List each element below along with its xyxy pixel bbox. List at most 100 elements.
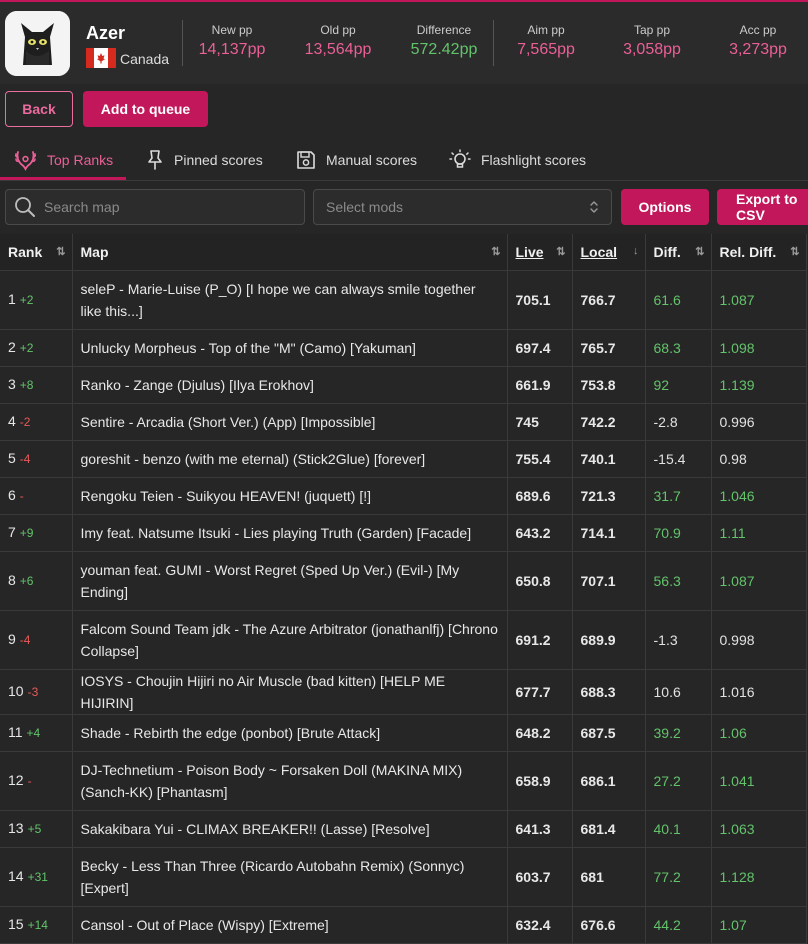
- active-tab-indicator: [0, 177, 126, 180]
- rel-diff: 1.07: [711, 906, 807, 944]
- stat-aim-pp: Aim pp 7,565pp: [491, 23, 601, 59]
- column-header-diff[interactable]: Diff. ⇅: [645, 234, 712, 271]
- stat-value: 3,058pp: [623, 41, 681, 58]
- sort-icon: ⇅: [56, 246, 66, 258]
- rank-change: -: [27, 774, 32, 788]
- table-row[interactable]: 9 -4 Falcom Sound Team jdk - The Azure Arb…: [0, 610, 807, 670]
- map-title: IOSYS - Choujin Hijiri no Air Muscle (ba…: [72, 669, 508, 715]
- laurel-icon: [14, 151, 37, 171]
- stat-label: Old pp: [320, 23, 356, 37]
- rank-change: -4: [19, 633, 31, 647]
- column-header-rank[interactable]: Rank ⇅: [0, 234, 73, 271]
- rank-value: 8: [8, 572, 16, 588]
- stat-old-pp: Old pp 13,564pp: [283, 23, 393, 59]
- back-button[interactable]: Back: [5, 91, 73, 127]
- rel-diff: 1.063: [711, 810, 807, 848]
- table-row[interactable]: 6- Rengoku Teien - Suikyou HEAVEN! (juque…: [0, 477, 807, 515]
- table-row[interactable]: 8 +6 youman feat. GUMI - Worst Regret (Spe…: [0, 551, 807, 611]
- sort-icon: ⇅: [695, 246, 705, 258]
- table-row[interactable]: 10 -3 IOSYS - Choujin Hijiri no Air Muscle…: [0, 669, 807, 715]
- tab-flashlight-scores[interactable]: Flashlight scores: [449, 140, 586, 180]
- local-pp: 714.1: [572, 514, 646, 552]
- search-box[interactable]: [5, 189, 305, 225]
- table-row[interactable]: 7 +9 Imy feat. Natsume Itsuki - Lies playi…: [0, 514, 807, 552]
- rank-change: -2: [19, 415, 31, 429]
- column-header-map[interactable]: Map ⇅: [72, 234, 508, 271]
- map-title: Sakakibara Yui - CLIMAX BREAKER!! (Lasse…: [72, 810, 508, 848]
- rank-value: 13: [8, 820, 24, 836]
- rank-value: 15: [8, 916, 24, 932]
- live-pp: 745: [507, 403, 573, 441]
- tab-pinned-scores[interactable]: Pinned scores: [146, 140, 263, 180]
- table-row[interactable]: 4 -2 Sentire - Arcadia (Short Ver.) (App) …: [0, 403, 807, 441]
- rank-change: +2: [19, 293, 34, 307]
- stat-value: 572.42pp: [410, 41, 478, 58]
- save-icon: [297, 151, 315, 169]
- mods-select[interactable]: Select mods: [313, 189, 612, 225]
- profile-header: Azer Canada New pp 14,137pp Old pp 13,56…: [0, 2, 808, 84]
- local-pp: 681.4: [572, 810, 646, 848]
- live-pp: 689.6: [507, 477, 573, 515]
- rel-diff: 0.996: [711, 403, 807, 441]
- rank-value: 11: [8, 724, 23, 740]
- rank-change: +5: [27, 822, 42, 836]
- pin-icon: [148, 150, 162, 170]
- table-row[interactable]: 12- DJ-Technetium - Poison Body ~ Forsake…: [0, 751, 807, 811]
- table-row[interactable]: 11 +4 Shade - Rebirth the edge (ponbot) [B…: [0, 714, 807, 752]
- rank-change: +8: [19, 378, 34, 392]
- table-row[interactable]: 3 +8 Ranko - Zange (Djulus) [Ilya Erokhov]…: [0, 366, 807, 404]
- country-name: Canada: [120, 51, 170, 67]
- rank-value: 4: [8, 413, 16, 429]
- table-row[interactable]: 13 +5 Sakakibara Yui - CLIMAX BREAKER!! (L…: [0, 810, 807, 848]
- pp-diff: 70.9: [645, 514, 712, 552]
- column-header-rel-diff[interactable]: Rel. Diff. ⇅: [711, 234, 807, 271]
- tab-manual-scores[interactable]: Manual scores: [296, 140, 417, 180]
- rank-change: -: [19, 489, 24, 503]
- table-row[interactable]: 14 +31 Becky - Less Than Three (Ricardo Au…: [0, 847, 807, 907]
- column-header-live[interactable]: Live ⇅: [507, 234, 573, 271]
- map-title: Imy feat. Natsume Itsuki - Lies playing …: [72, 514, 508, 552]
- rank-change: +14: [27, 918, 48, 932]
- live-pp: 632.4: [507, 906, 573, 944]
- map-title: Sentire - Arcadia (Short Ver.) (App) [Im…: [72, 403, 508, 441]
- table-row[interactable]: 15 +14 Cansol - Out of Place (Wispy) [Extr…: [0, 906, 807, 944]
- live-pp: 691.2: [507, 610, 573, 670]
- local-pp: 753.8: [572, 366, 646, 404]
- mods-placeholder: Select mods: [326, 199, 404, 215]
- stat-new-pp: New pp 14,137pp: [177, 23, 287, 59]
- live-pp: 658.9: [507, 751, 573, 811]
- rank-value: 10: [8, 683, 24, 699]
- pp-diff: 27.2: [645, 751, 712, 811]
- live-pp: 697.4: [507, 329, 573, 367]
- rel-diff: 1.016: [711, 669, 807, 715]
- table-row[interactable]: 1 +2 seleP - Marie-Luise (P_O) [I hope we …: [0, 270, 807, 330]
- stat-value: 3,273pp: [729, 41, 787, 58]
- rank-value: 7: [8, 524, 16, 540]
- stat-value: 7,565pp: [517, 41, 575, 58]
- tab-top-ranks[interactable]: Top Ranks: [14, 140, 113, 180]
- options-button[interactable]: Options: [621, 189, 709, 225]
- live-pp: 603.7: [507, 847, 573, 907]
- rank-change: -4: [19, 452, 31, 466]
- map-title: seleP - Marie-Luise (P_O) [I hope we can…: [72, 270, 508, 330]
- map-title: Cansol - Out of Place (Wispy) [Extreme]: [72, 906, 508, 944]
- rel-diff: 1.087: [711, 551, 807, 611]
- search-input[interactable]: [42, 198, 286, 216]
- table-row[interactable]: 5 -4 goreshit - benzo (with me eternal) (S…: [0, 440, 807, 478]
- search-icon: [15, 197, 35, 217]
- avatar[interactable]: [5, 11, 70, 76]
- pp-diff: 39.2: [645, 714, 712, 752]
- rel-diff: 1.128: [711, 847, 807, 907]
- local-pp: 742.2: [572, 403, 646, 441]
- map-title: Rengoku Teien - Suikyou HEAVEN! (juquett…: [72, 477, 508, 515]
- map-title: Unlucky Morpheus - Top of the "M" (Camo)…: [72, 329, 508, 367]
- column-header-local[interactable]: Local ↓: [572, 234, 646, 271]
- stat-value: 14,137pp: [198, 41, 266, 58]
- local-pp: 686.1: [572, 751, 646, 811]
- table-row[interactable]: 2 +2 Unlucky Morpheus - Top of the "M" (Ca…: [0, 329, 807, 367]
- add-to-queue-button[interactable]: Add to queue: [83, 91, 208, 127]
- export-csv-button[interactable]: Export to CSV: [717, 189, 808, 225]
- stat-label: Difference: [416, 23, 472, 37]
- local-pp: 721.3: [572, 477, 646, 515]
- live-pp: 705.1: [507, 270, 573, 330]
